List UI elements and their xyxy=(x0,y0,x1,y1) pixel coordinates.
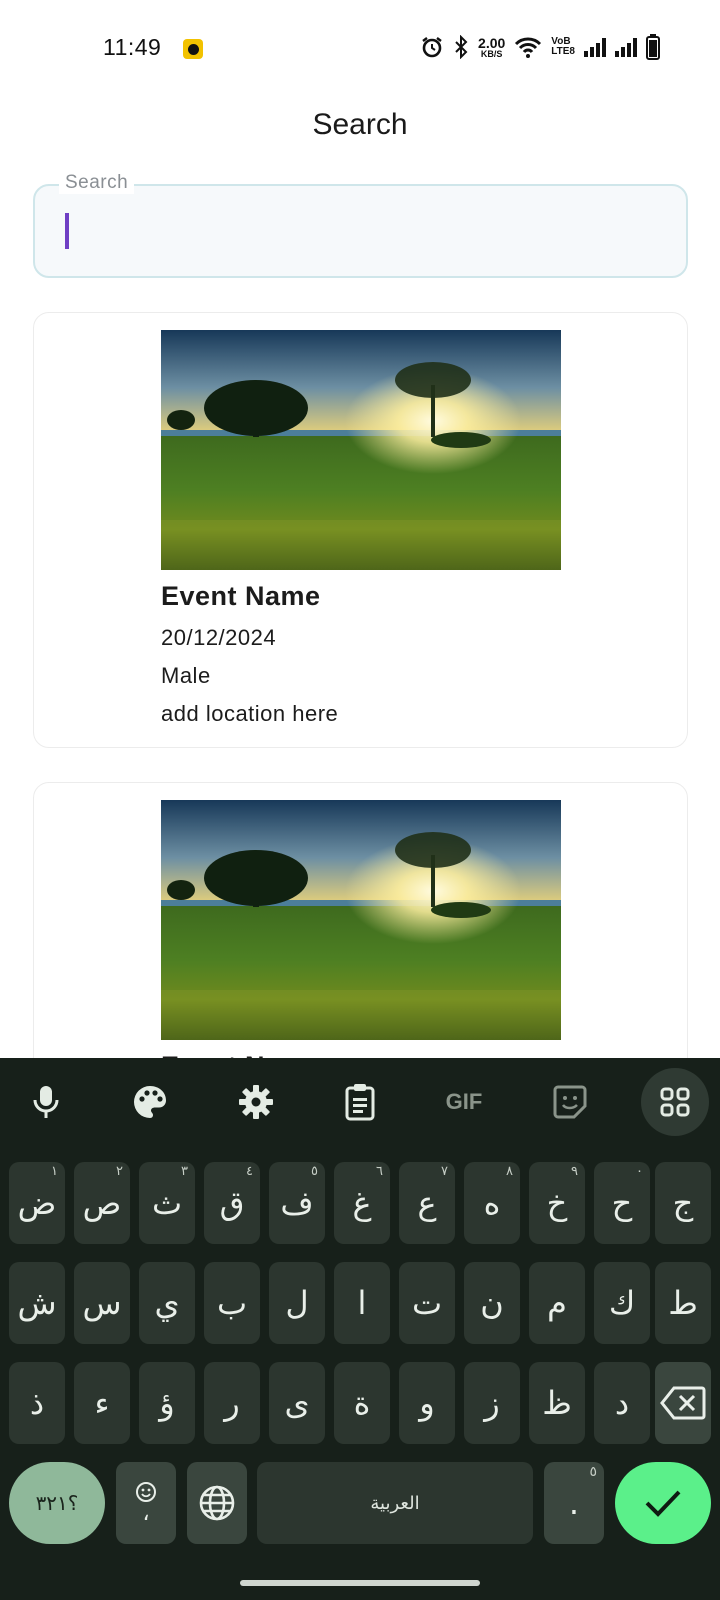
page-title: Search xyxy=(312,108,408,141)
event-card[interactable]: Event Name 20/12/2024 Male add location … xyxy=(33,312,688,748)
clipboard-icon[interactable] xyxy=(330,1072,390,1132)
key[interactable]: ر xyxy=(204,1362,260,1444)
event-image xyxy=(161,800,561,1040)
key[interactable]: و xyxy=(399,1362,455,1444)
key[interactable]: د xyxy=(594,1362,650,1444)
key[interactable]: ض١ xyxy=(9,1162,65,1244)
key[interactable]: ء xyxy=(74,1362,130,1444)
language-key[interactable] xyxy=(187,1462,247,1544)
text-cursor xyxy=(65,213,69,249)
key[interactable]: ن xyxy=(464,1262,520,1344)
notification-app-icon xyxy=(183,39,203,59)
key[interactable]: ا xyxy=(334,1262,390,1344)
key[interactable]: ع٧ xyxy=(399,1162,455,1244)
key[interactable]: خ٩ xyxy=(529,1162,585,1244)
status-time: 11:49 xyxy=(103,34,162,60)
bluetooth-icon xyxy=(455,35,468,59)
palette-icon[interactable] xyxy=(120,1072,180,1132)
key[interactable]: ؤ xyxy=(139,1362,195,1444)
settings-icon[interactable] xyxy=(226,1072,286,1132)
key[interactable]: ج xyxy=(655,1162,711,1244)
wifi-icon xyxy=(515,37,542,58)
apps-grid-icon[interactable] xyxy=(641,1068,709,1136)
search-label: Search xyxy=(59,172,135,194)
network-speed: 2.00 KB/S xyxy=(478,34,506,59)
key[interactable]: ت xyxy=(399,1262,455,1344)
status-icons: 2.00 KB/S VoB LTE8 xyxy=(420,32,660,62)
globe-icon xyxy=(199,1485,235,1521)
key[interactable]: ه٨ xyxy=(464,1162,520,1244)
event-name: Event Name xyxy=(161,581,321,611)
search-input[interactable] xyxy=(65,206,655,256)
signal-strength-icon-2 xyxy=(615,37,637,57)
checkmark-icon xyxy=(645,1490,681,1517)
backspace-icon xyxy=(660,1386,706,1420)
gesture-nav-handle[interactable] xyxy=(240,1580,480,1586)
event-card[interactable]: Event Name xyxy=(33,782,688,1082)
enter-key[interactable] xyxy=(615,1462,711,1544)
soft-keyboard: GIF ض١ ص٢ ث٣ ق٤ ف٥ غ٦ ع٧ ه٨ خ٩ ح٠ ج ش س … xyxy=(0,1058,720,1600)
key[interactable]: ث٣ xyxy=(139,1162,195,1244)
search-field[interactable]: Search xyxy=(33,172,688,278)
event-location: add location here xyxy=(161,701,339,726)
space-key[interactable]: العربية xyxy=(257,1462,533,1544)
keyboard-toolbar: GIF xyxy=(0,1058,720,1146)
signal-strength-icon-1 xyxy=(584,37,606,57)
key[interactable]: ى xyxy=(269,1362,325,1444)
sticker-icon[interactable] xyxy=(540,1072,600,1132)
key[interactable]: ح٠ xyxy=(594,1162,650,1244)
event-date: 20/12/2024 xyxy=(161,625,277,650)
gif-icon[interactable]: GIF xyxy=(434,1072,494,1132)
key[interactable]: ظ xyxy=(529,1362,585,1444)
key[interactable]: ب xyxy=(204,1262,260,1344)
key[interactable]: غ٦ xyxy=(334,1162,390,1244)
battery-icon xyxy=(646,34,660,60)
key[interactable]: ط xyxy=(655,1262,711,1344)
key[interactable]: ذ xyxy=(9,1362,65,1444)
backspace-key[interactable] xyxy=(655,1362,711,1444)
key[interactable]: ز xyxy=(464,1362,520,1444)
key[interactable]: ك xyxy=(594,1262,650,1344)
period-key[interactable]: .٥ xyxy=(544,1462,604,1544)
key[interactable]: ف٥ xyxy=(269,1162,325,1244)
key[interactable]: س xyxy=(74,1262,130,1344)
symbols-key[interactable]: ؟٣٢١ xyxy=(9,1462,105,1544)
key[interactable]: ق٤ xyxy=(204,1162,260,1244)
key[interactable]: ش xyxy=(9,1262,65,1344)
emoji-icon xyxy=(136,1482,156,1502)
alarm-icon xyxy=(422,37,442,58)
emoji-comma-key[interactable]: ، xyxy=(116,1462,176,1544)
event-image xyxy=(161,330,561,570)
key[interactable]: ص٢ xyxy=(74,1162,130,1244)
volte-indicator: VoB LTE8 xyxy=(551,36,575,57)
key[interactable]: ي xyxy=(139,1262,195,1344)
key[interactable]: ل xyxy=(269,1262,325,1344)
key[interactable]: ة xyxy=(334,1362,390,1444)
event-gender: Male xyxy=(161,663,211,688)
key[interactable]: م xyxy=(529,1262,585,1344)
microphone-icon[interactable] xyxy=(16,1072,76,1132)
status-bar: 11:49 2.00 KB/S VoB LTE8 xyxy=(0,0,720,96)
